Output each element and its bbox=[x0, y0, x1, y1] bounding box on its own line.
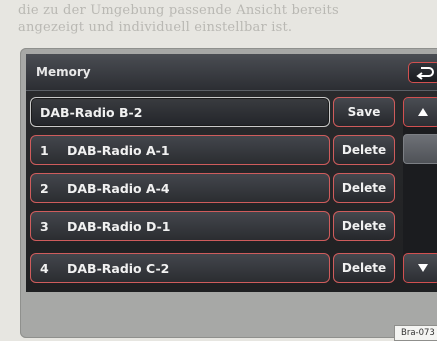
triangle-down-icon bbox=[418, 264, 428, 272]
memory-station-name: DAB-Radio A-4 bbox=[67, 181, 170, 196]
scroll-down-button[interactable] bbox=[403, 253, 437, 283]
header-bar: Memory bbox=[26, 54, 437, 91]
memory-station-name: DAB-Radio C-2 bbox=[67, 261, 170, 276]
scroll-up-button[interactable] bbox=[403, 97, 437, 127]
selected-station-label: DAB-Radio B-2 bbox=[40, 105, 143, 120]
memory-slot-number: 3 bbox=[40, 219, 49, 234]
delete-button[interactable]: Delete bbox=[333, 173, 395, 203]
delete-button[interactable]: Delete bbox=[333, 211, 395, 241]
selected-station-row[interactable]: DAB-Radio B-2 bbox=[30, 97, 330, 127]
memory-list-item[interactable]: 1 DAB-Radio A-1 bbox=[30, 135, 330, 165]
infotainment-screen: Memory DAB-Radio B-2 Save 1 DAB-Radio A-… bbox=[20, 48, 437, 338]
back-button[interactable] bbox=[408, 62, 437, 83]
manual-page-text: die zu der Umgebung passende Ansicht ber… bbox=[18, 2, 437, 36]
memory-list-item[interactable]: 4 DAB-Radio C-2 bbox=[30, 253, 330, 283]
memory-slot-number: 4 bbox=[40, 261, 49, 276]
scrollbar-thumb[interactable] bbox=[403, 134, 437, 164]
memory-station-name: DAB-Radio D-1 bbox=[67, 219, 171, 234]
memory-list-item[interactable]: 2 DAB-Radio A-4 bbox=[30, 173, 330, 203]
memory-station-name: DAB-Radio A-1 bbox=[67, 143, 170, 158]
memory-list-item[interactable]: 3 DAB-Radio D-1 bbox=[30, 211, 330, 241]
manual-text-line-1: die zu der Umgebung passende Ansicht ber… bbox=[18, 3, 339, 18]
display-area: Memory DAB-Radio B-2 Save 1 DAB-Radio A-… bbox=[26, 54, 437, 292]
memory-slot-number: 2 bbox=[40, 181, 49, 196]
page-title: Memory bbox=[36, 65, 91, 79]
return-arrow-icon bbox=[416, 67, 434, 80]
save-button[interactable]: Save bbox=[333, 97, 395, 127]
delete-button[interactable]: Delete bbox=[333, 253, 395, 283]
memory-slot-number: 1 bbox=[40, 143, 49, 158]
triangle-up-icon bbox=[418, 108, 428, 116]
delete-button[interactable]: Delete bbox=[333, 135, 395, 165]
manual-text-line-2: angezeigt und individuell einstellbar is… bbox=[18, 20, 293, 35]
figure-reference-label: Bra-073 bbox=[394, 325, 437, 341]
